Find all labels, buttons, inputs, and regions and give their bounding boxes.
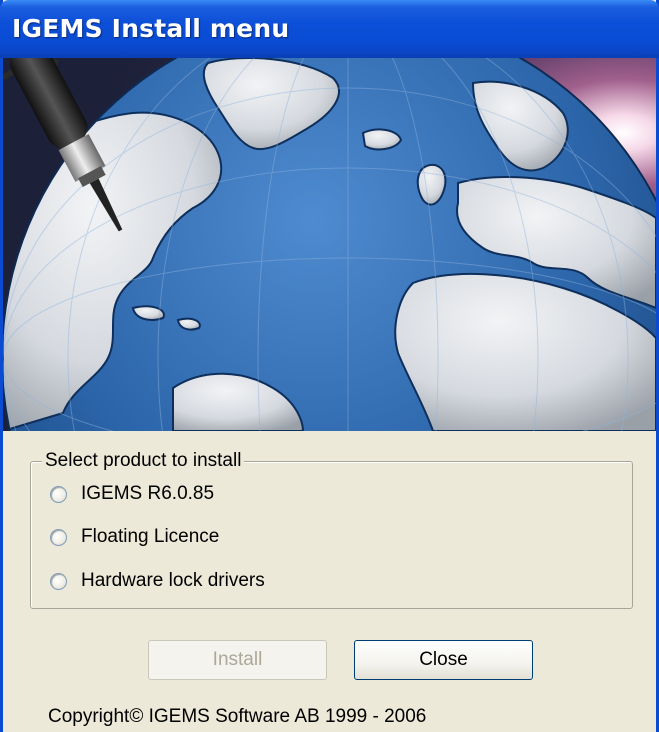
radio-floating-licence[interactable] (50, 528, 67, 546)
close-button[interactable]: Close (354, 640, 533, 680)
copyright-text: Copyright© IGEMS Software AB 1999 - 2006 (48, 706, 427, 727)
product-selection-group: Select product to install IGEMS R6.0.85 … (30, 450, 633, 609)
radio-igems[interactable] (50, 485, 67, 503)
option-hardware-lock-drivers[interactable]: Hardware lock drivers (50, 568, 265, 594)
install-button[interactable]: Install (148, 640, 327, 680)
option-igems[interactable]: IGEMS R6.0.85 (50, 481, 214, 507)
window-title: IGEMS Install menu (12, 14, 290, 43)
option-hardware-lock-drivers-label: Hardware lock drivers (81, 570, 265, 591)
option-floating-licence-label: Floating Licence (81, 526, 220, 547)
option-igems-label: IGEMS R6.0.85 (81, 483, 215, 504)
radio-hardware-lock-drivers[interactable] (50, 572, 67, 590)
globe-banner-image (3, 58, 656, 431)
install-dialog: IGEMS Install menu Select product to ins… (0, 0, 659, 732)
group-label: Select product to install (42, 450, 245, 472)
title-bar[interactable]: IGEMS Install menu (0, 0, 659, 58)
option-floating-licence[interactable]: Floating Licence (50, 524, 219, 550)
